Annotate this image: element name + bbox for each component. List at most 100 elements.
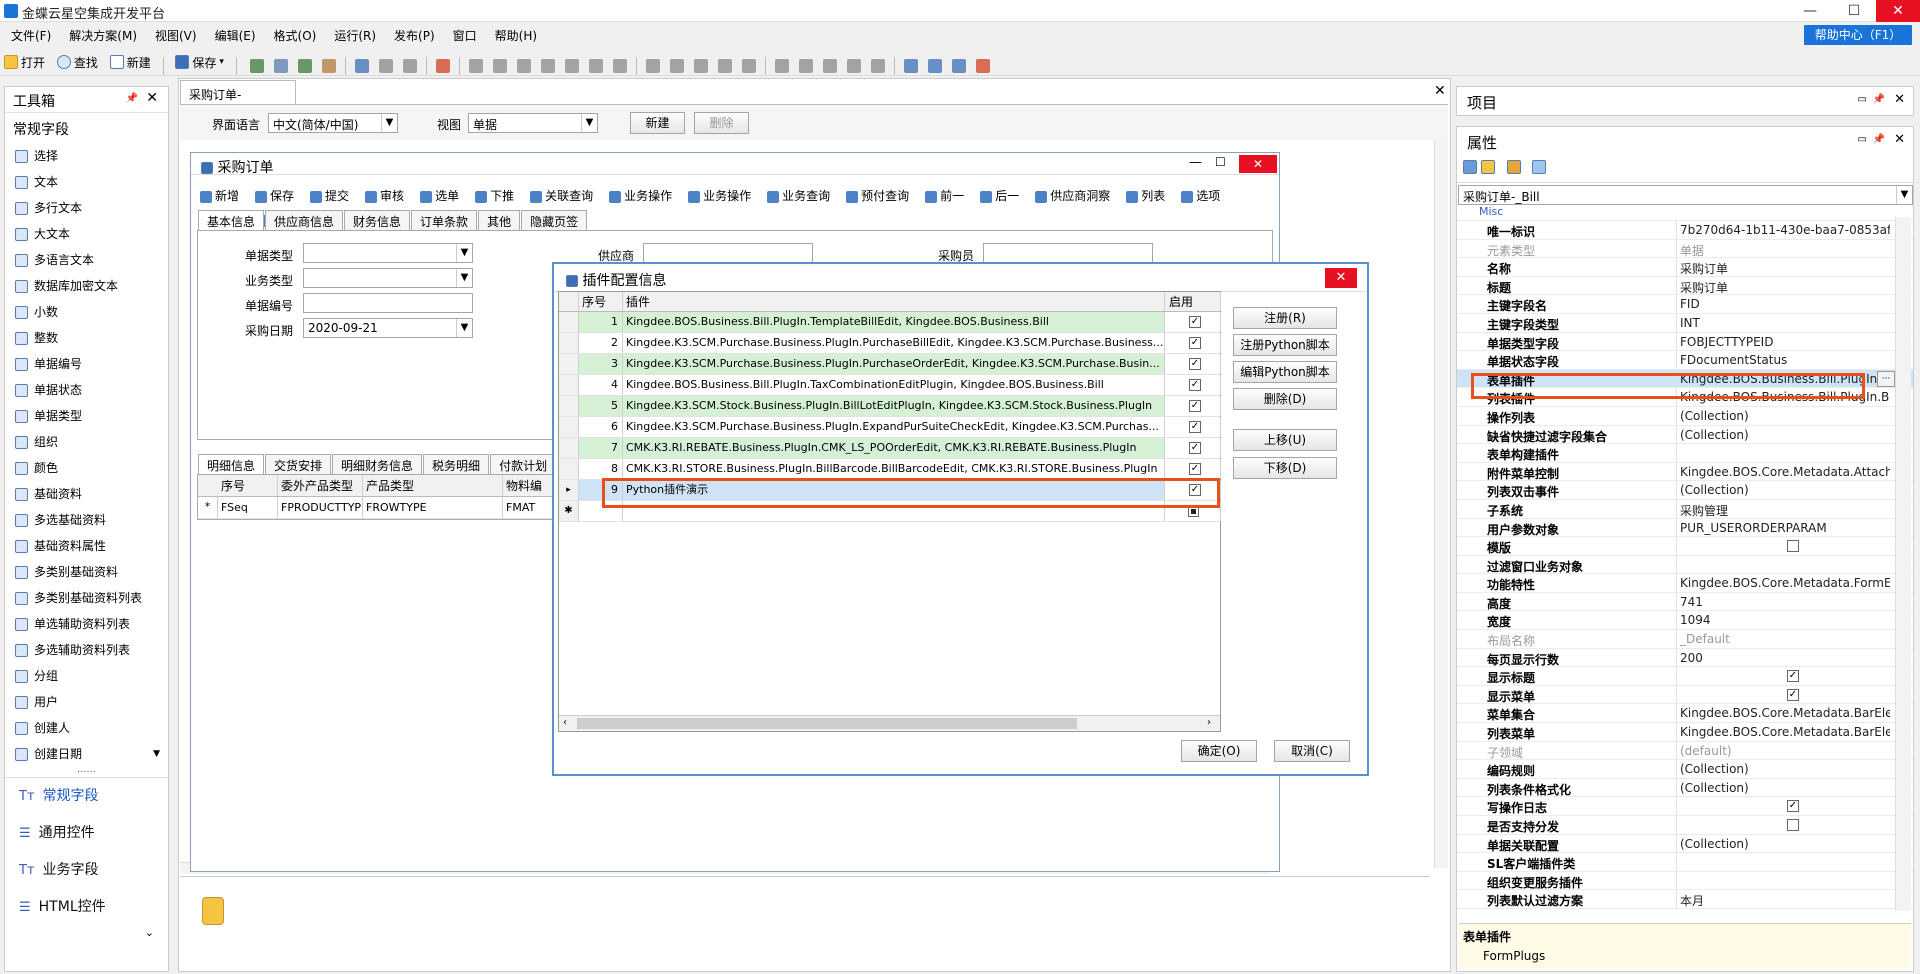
chevron-down-icon[interactable]: ⌄: [5, 926, 168, 939]
property-pages-icon[interactable]: [1506, 159, 1521, 174]
form-toolbar-item[interactable]: 业务查询: [767, 184, 838, 208]
events-icon[interactable]: [1532, 159, 1547, 174]
table-cell[interactable]: FROWTYPE: [363, 497, 503, 518]
toolbox-item[interactable]: 颜色: [5, 455, 168, 481]
toolbar-tool-icon[interactable]: [273, 58, 288, 73]
property-row[interactable]: 子领域 (default): [1457, 741, 1913, 761]
form-toolbar-item[interactable]: 新增: [200, 184, 247, 208]
close-icon[interactable]: ✕: [146, 90, 158, 106]
property-row[interactable]: 单据类型字段 FOBJECTTYPEID: [1457, 332, 1913, 352]
form-toolbar-item[interactable]: 下推: [475, 184, 522, 208]
enabled-checkbox[interactable]: ✓: [1189, 358, 1201, 370]
toolbar-tool-icon[interactable]: [927, 58, 942, 73]
restore-icon[interactable]: ▭: [1858, 134, 1867, 145]
property-value[interactable]: 采购订单: [1680, 260, 1890, 277]
toolbox-item[interactable]: 单选辅助资料列表: [5, 611, 168, 637]
property-value[interactable]: 200: [1680, 651, 1890, 665]
toolbar-tool-icon[interactable]: [951, 58, 966, 73]
toolbox-item[interactable]: 用户: [5, 689, 168, 715]
form-toolbar-item[interactable]: 选项: [1181, 184, 1228, 208]
toolbox-item[interactable]: 多类别基础资料列表: [5, 585, 168, 611]
property-checkbox[interactable]: [1787, 540, 1799, 553]
property-row[interactable]: 每页显示行数 200: [1457, 648, 1913, 668]
toolbar-tool-icon[interactable]: [354, 58, 369, 73]
toolbox-item[interactable]: 多类别基础资料: [5, 559, 168, 585]
dialog-button-4[interactable]: 上移(U): [1233, 429, 1337, 451]
menu-item[interactable]: 视图(V): [144, 24, 204, 44]
close-icon[interactable]: ✕: [1325, 268, 1357, 288]
toolbar-tool-icon[interactable]: [975, 58, 990, 73]
menu-item[interactable]: 运行(R): [323, 24, 383, 44]
property-value[interactable]: (default): [1680, 744, 1890, 758]
restore-icon[interactable]: ▭: [1858, 94, 1867, 105]
property-value[interactable]: FOBJECTTYPEID: [1680, 335, 1890, 349]
toolbar-tool-icon[interactable]: [516, 58, 531, 73]
close-icon[interactable]: ✕: [1894, 132, 1905, 147]
form-toolbar-item[interactable]: 供应商洞察: [1035, 184, 1118, 208]
property-value[interactable]: 7b270d64-1b11-430e-baa7-0853af0...: [1680, 223, 1890, 237]
toolbar-tool-icon[interactable]: [540, 58, 555, 73]
menu-item[interactable]: 编辑(E): [204, 24, 263, 44]
pin-icon[interactable]: 📌: [1873, 134, 1885, 145]
open-button[interactable]: 打开: [0, 50, 49, 74]
property-row[interactable]: 操作列表 (Collection): [1457, 406, 1913, 426]
enabled-checkbox[interactable]: ✓: [1189, 463, 1201, 475]
dialog-button-5[interactable]: 下移(D): [1233, 457, 1337, 479]
save-button[interactable]: 保存 ▾: [171, 50, 228, 74]
property-row[interactable]: 列表默认过滤方案 本月: [1457, 890, 1913, 909]
toolbar-tool-icon[interactable]: [669, 58, 684, 73]
detail-tab-3[interactable]: 税务明细: [423, 454, 490, 474]
toolbar-tool-icon[interactable]: [717, 58, 732, 73]
chevron-left-icon[interactable]: ‹: [563, 717, 567, 728]
property-row[interactable]: 列表条件格式化 (Collection): [1457, 778, 1913, 798]
property-value[interactable]: 单据: [1680, 242, 1890, 259]
toolbox-item[interactable]: 文本: [5, 169, 168, 195]
ok-button[interactable]: 确定(O): [1181, 740, 1257, 762]
close-icon[interactable]: ✕: [1876, 0, 1920, 22]
toolbox-item[interactable]: 小数: [5, 299, 168, 325]
property-value[interactable]: (Collection): [1680, 837, 1890, 851]
toolbar-tool-icon[interactable]: [249, 58, 264, 73]
property-value[interactable]: Kingdee.BOS.Core.Metadata.Attach...: [1680, 465, 1890, 479]
enabled-checkbox[interactable]: ✓: [1189, 421, 1201, 433]
toolbox-item[interactable]: 整数: [5, 325, 168, 351]
table-row[interactable]: 2 Kingdee.K3.SCM.Purchase.Business.PlugIn…: [559, 333, 1221, 354]
toolbar-tool-icon[interactable]: [378, 58, 393, 73]
table-row[interactable]: 8 CMK.K3.RI.STORE.Business.PlugIn.BillBar…: [559, 459, 1221, 480]
supplier-input[interactable]: [643, 243, 813, 263]
form-toolbar-item[interactable]: 前一: [925, 184, 972, 208]
toolbox-item[interactable]: 大文本: [5, 221, 168, 247]
menu-item[interactable]: 文件(F): [0, 24, 58, 44]
toolbox-item[interactable]: 创建人: [5, 715, 168, 741]
property-value[interactable]: FID: [1680, 297, 1890, 311]
tab-2[interactable]: 财务信息: [344, 210, 411, 230]
menu-item[interactable]: 帮助(H): [484, 24, 544, 44]
property-row[interactable]: 名称 采购订单: [1457, 258, 1913, 277]
property-value[interactable]: 本月: [1680, 892, 1890, 909]
property-row[interactable]: 用户参数对象 PUR_USERORDERPARAM: [1457, 518, 1913, 538]
toolbar-tool-icon[interactable]: [468, 58, 483, 73]
maximize-icon[interactable]: ☐: [1832, 0, 1876, 22]
form-toolbar-item[interactable]: 提交: [310, 184, 357, 208]
toolbox-item[interactable]: 多选基础资料: [5, 507, 168, 533]
toolbar-tool-icon[interactable]: [822, 58, 837, 73]
toolbar-tool-icon[interactable]: [612, 58, 627, 73]
property-row[interactable]: 缺省快捷过滤字段集合 (Collection): [1457, 425, 1913, 445]
minimize-icon[interactable]: —: [1788, 0, 1832, 22]
tab-3[interactable]: 订单条款: [411, 210, 478, 230]
property-checkbox[interactable]: [1787, 819, 1799, 831]
tab-1[interactable]: 供应商信息: [265, 210, 344, 230]
property-checkbox[interactable]: ✓: [1787, 670, 1799, 683]
table-row[interactable]: 6 Kingdee.K3.SCM.Purchase.Business.PlugIn…: [559, 417, 1221, 438]
property-row[interactable]: 子系统 采购管理: [1457, 499, 1913, 519]
enabled-checkbox[interactable]: ✓: [1189, 400, 1201, 412]
property-value[interactable]: Kingdee.BOS.Core.Metadata.BarEle...: [1680, 706, 1890, 720]
vertical-scrollbar[interactable]: [1434, 140, 1448, 868]
toolbox-item[interactable]: 单据编号: [5, 351, 168, 377]
maximize-icon[interactable]: ☐: [1215, 155, 1226, 169]
property-value[interactable]: Kingdee.BOS.Core.Metadata.BarEle...: [1680, 725, 1890, 739]
property-row[interactable]: 主键字段类型 INT: [1457, 313, 1913, 333]
dialog-button-3[interactable]: 删除(D): [1233, 388, 1337, 410]
dialog-button-0[interactable]: 注册(R): [1233, 307, 1337, 329]
toolbar-tool-icon[interactable]: [492, 58, 507, 73]
